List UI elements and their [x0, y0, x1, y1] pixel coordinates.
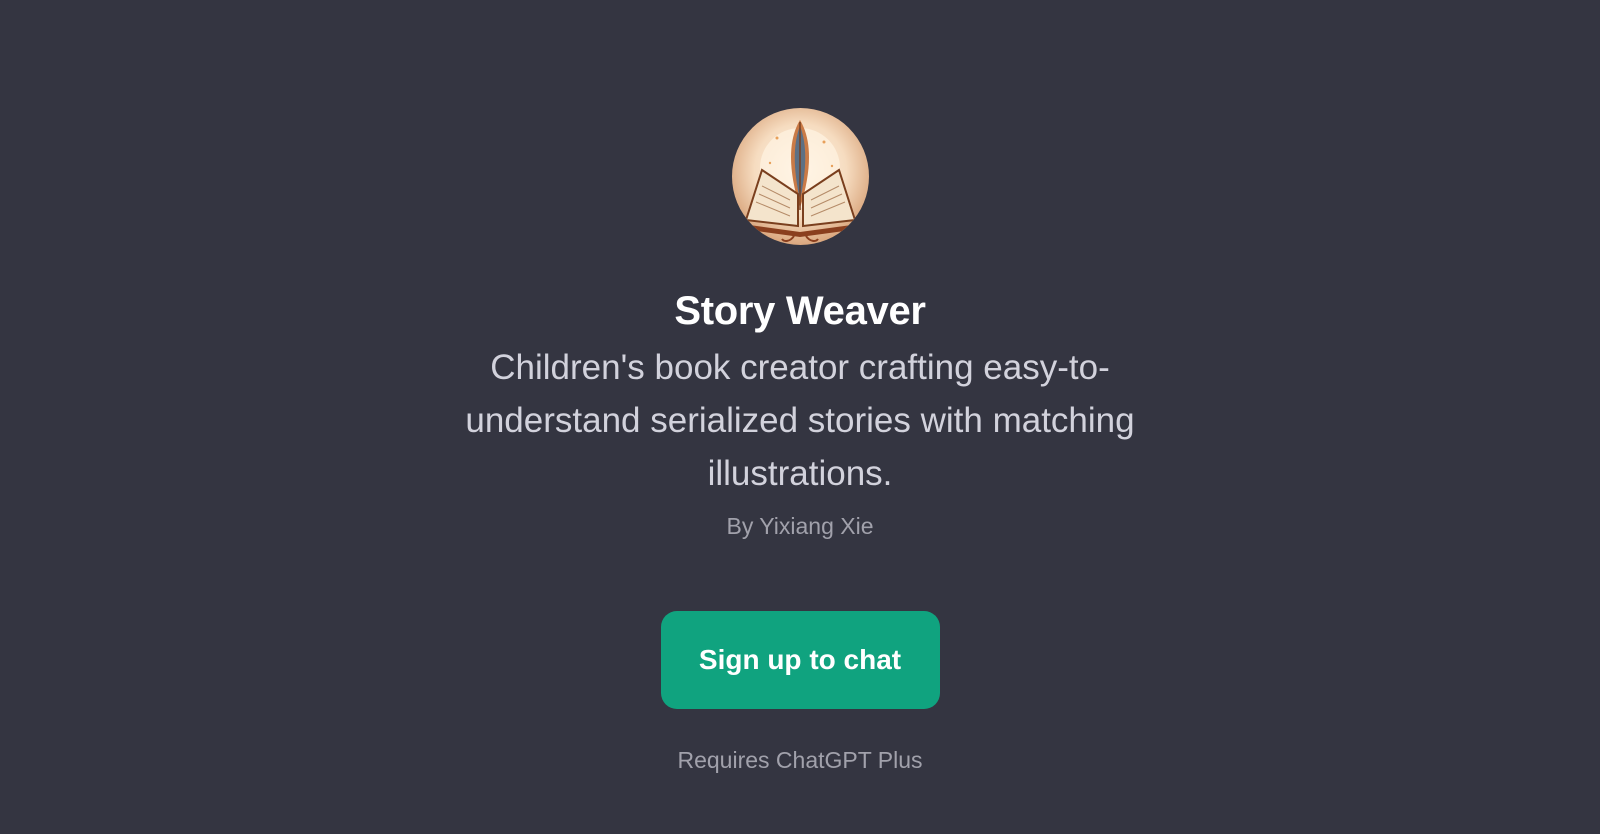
- requirement-note: Requires ChatGPT Plus: [677, 747, 923, 773]
- gpt-author: By Yixiang Xie: [726, 513, 874, 539]
- gpt-title: Story Weaver: [674, 289, 926, 333]
- sign-up-to-chat-button[interactable]: Sign up to chat: [660, 611, 940, 709]
- gpt-landing-page: Story Weaver Children's book creator cra…: [0, 0, 1600, 834]
- gpt-description: Children's book creator crafting easy-to…: [465, 348, 1135, 493]
- gpt-avatar: [731, 108, 869, 245]
- book-feather-icon: [741, 120, 859, 242]
